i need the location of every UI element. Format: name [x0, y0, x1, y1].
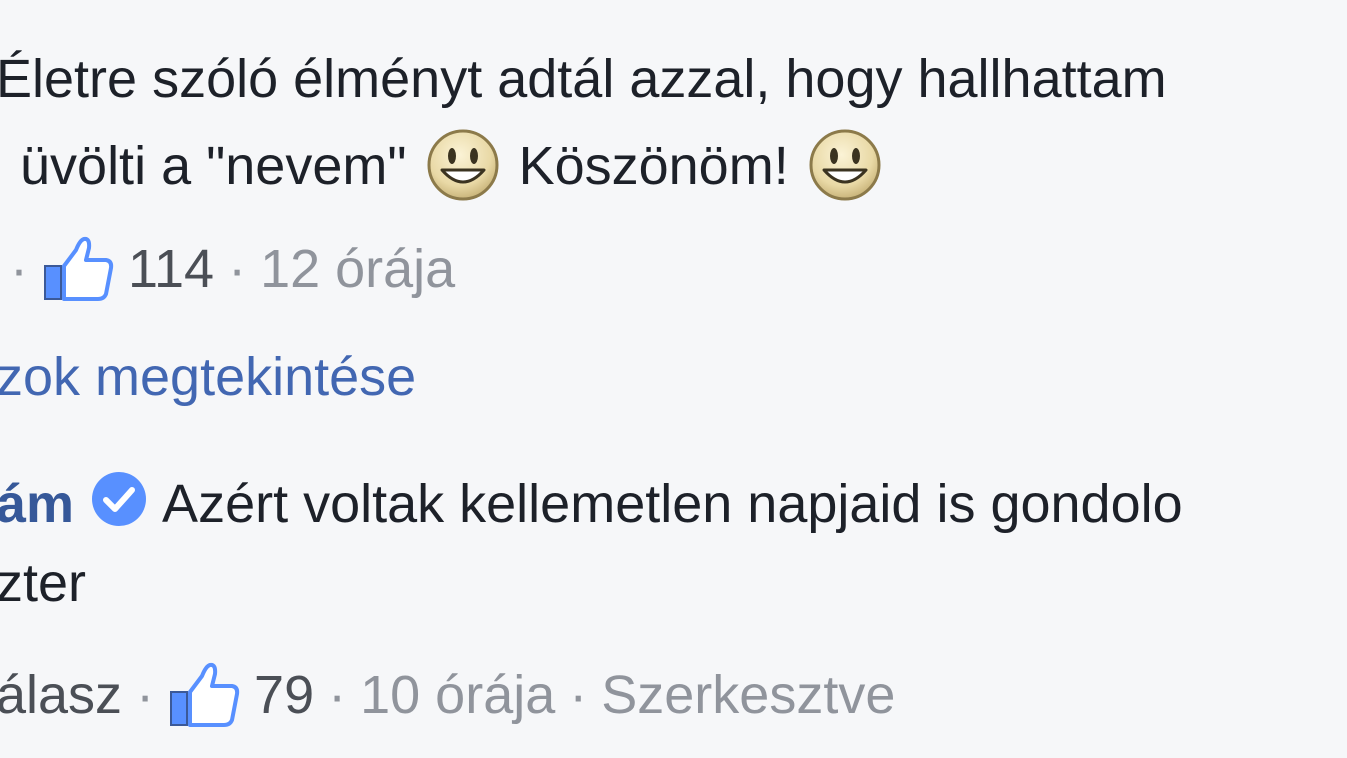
comment-1-meta: · 114 · 12 órája: [0, 236, 455, 302]
meta-separator: ·: [569, 665, 588, 725]
comment-1-text-line-1: Életre szóló élményt adtál azzal, hogy h…: [0, 49, 1167, 109]
comment-2-meta: álasz · 79 · 10 órája · Szerkesztve: [0, 662, 895, 728]
comment-2-text-line-1: Azért voltak kellemetlen napjaid is gond…: [162, 474, 1183, 534]
like-count[interactable]: 79: [254, 668, 314, 722]
smiley-emoji-icon: [809, 129, 881, 201]
comment-1-text-part-2: Köszönöm!: [518, 136, 789, 196]
view-replies-link[interactable]: zok megtekintése: [0, 350, 416, 404]
thumbs-up-icon[interactable]: [42, 236, 114, 302]
meta-separator: ·: [328, 665, 347, 725]
edited-label[interactable]: Szerkesztve: [601, 668, 895, 722]
timestamp[interactable]: 12 órája: [260, 242, 455, 296]
meta-separator: ·: [136, 665, 155, 725]
meta-separator: ·: [10, 239, 28, 299]
comment-2-text-line-2: zter: [0, 553, 87, 613]
reply-button[interactable]: álasz: [0, 668, 122, 722]
like-count[interactable]: 114: [128, 242, 214, 296]
comment-2-line-1: ám Azért voltak kellemetlen napjaid is g…: [0, 470, 1183, 531]
thumbs-up-icon[interactable]: [168, 662, 240, 728]
verified-badge-icon: [92, 472, 147, 526]
timestamp[interactable]: 10 órája: [360, 668, 555, 722]
comment-author[interactable]: ám: [0, 474, 74, 534]
comment-1-text-line-2: üvölti a "nevem" Köszönöm!: [20, 128, 886, 202]
meta-separator: ·: [228, 239, 247, 299]
comment-1-text-part-1: üvölti a "nevem": [20, 136, 407, 196]
smiley-emoji-icon: [427, 129, 499, 201]
